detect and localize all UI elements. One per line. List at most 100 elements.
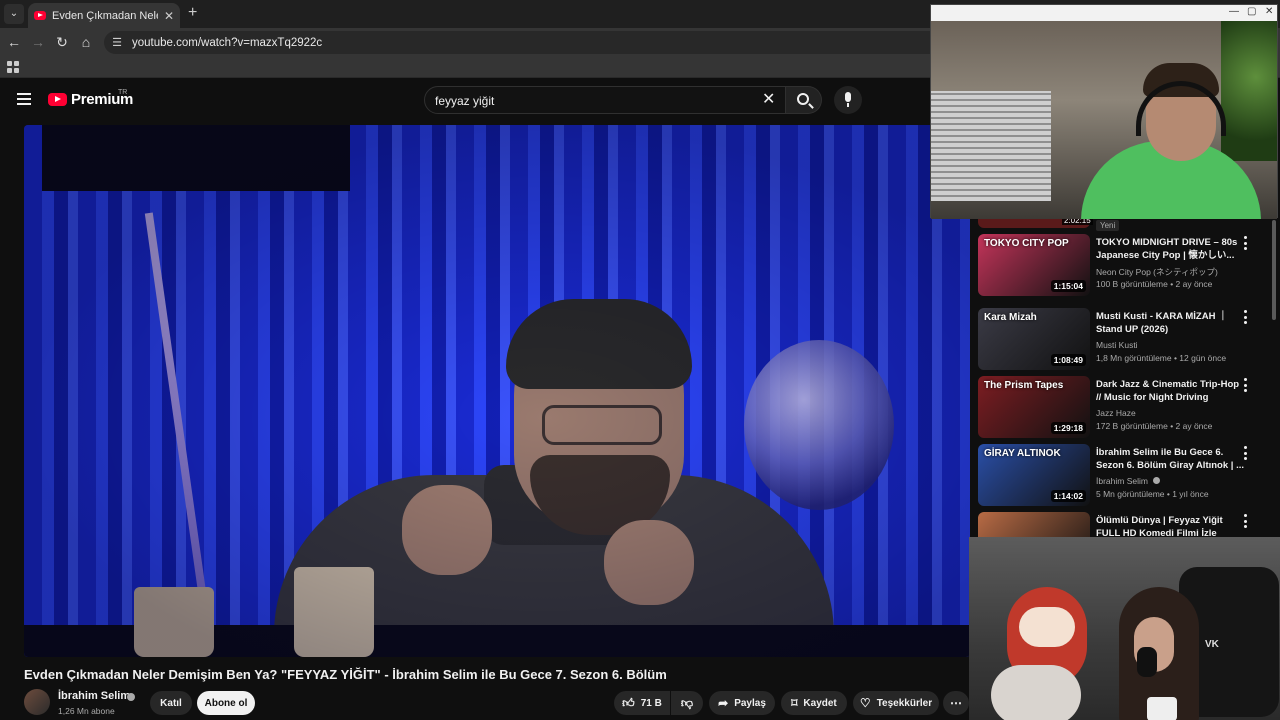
duration-badge: 1:29:18 [1050,422,1086,434]
recommendation-meta: 1,8 Mn görüntüleme • 12 gün önce [1096,353,1227,363]
thumbnail-text: GİRAY ALTINOK [984,448,1061,459]
verified-check-icon [127,693,135,701]
recommendation-thumbnail[interactable]: Kara Mizah 1:08:49 [978,308,1090,370]
address-bar[interactable]: ☰ youtube.com/watch?v=mazxTq2922c [104,31,964,54]
recommendation-thumbnail[interactable] [978,512,1090,538]
more-vert-icon[interactable] [1240,310,1250,324]
more-horizontal-icon: ⋯ [950,696,962,710]
join-label: Katıl [160,697,182,709]
recommendation-channel[interactable]: İbrahim Selim [1096,476,1161,486]
recommendation-item[interactable]: The Prism Tapes 1:29:18 Dark Jazz & Cine… [978,376,1278,438]
minimize-icon[interactable]: — [1229,6,1239,17]
duration-badge: 1:15:04 [1050,280,1086,292]
recommendation-channel[interactable]: Musti Kusti [1096,340,1138,350]
home-icon[interactable]: ⌂ [78,34,94,50]
recommendations-sidebar: 2:02:15 Yeni TOKYO CITY POP 1:15:04 TOKY… [970,216,1280,538]
browser-tab[interactable]: Evden Çıkmadan Neler Demişim Ben Ya? "FE… [28,3,180,28]
apps-grid-icon[interactable] [7,61,19,73]
tab-close-icon[interactable]: ✕ [164,9,174,23]
sidebar-scrollbar[interactable] [1272,220,1276,320]
recommendation-thumbnail[interactable]: The Prism Tapes 1:29:18 [978,376,1090,438]
thumbs-up-icon: 👍︎ [622,695,635,710]
bookmark-icon: ⌑ [791,696,798,710]
recommendation-item[interactable]: GİRAY ALTINOK 1:14:02 İbrahim Selim ile … [978,444,1278,506]
duration-badge: 1:08:49 [1050,354,1086,366]
join-button[interactable]: Katıl [150,691,192,715]
save-label: Kaydet [803,697,837,709]
subscribe-button[interactable]: Abone ol [197,691,255,715]
recommendation-channel[interactable]: Jazz Haze [1096,408,1136,418]
more-vert-icon[interactable] [1240,236,1250,250]
search-icon [797,93,809,105]
screen: ⌄ Evden Çıkmadan Neler Demişim Ben Ya? "… [0,0,1280,720]
verified-check-icon [1153,477,1161,484]
video-player[interactable] [24,125,970,657]
recommendation-title[interactable]: Ölümlü Dünya | Feyyaz Yiğit FULL HD Kome… [1096,514,1246,538]
search-clear-close-icon[interactable]: ✕ [762,89,775,109]
recommendation-channel-name: İbrahim Selim [1096,476,1148,486]
share-button[interactable]: ➦ Paylaş [709,691,775,715]
video-title: Evden Çıkmadan Neler Demişim Ben Ya? "FE… [24,667,667,682]
reload-icon[interactable]: ↻ [54,34,70,50]
tab-search-chevron-down-icon[interactable]: ⌄ [4,4,24,24]
youtube-logo-icon [48,93,67,106]
recommendation-channel[interactable]: Neon City Pop (ネシティポップ) [1096,266,1218,278]
more-vert-icon[interactable] [1240,378,1250,392]
url-text: youtube.com/watch?v=mazxTq2922c [132,36,323,49]
duration-badge: 1:14:02 [1050,490,1086,502]
thumbs-down-icon: 👎︎ [680,695,694,710]
share-label: Paylaş [734,697,766,709]
close-icon[interactable]: ✕ [1265,6,1273,17]
webcam-window-titlebar: — ▢ ✕ [931,5,1277,21]
dislike-button[interactable]: 👎︎ [671,691,703,715]
share-arrow-icon: ➦ [718,696,729,710]
country-code: TR [118,89,128,96]
search-button[interactable] [786,86,822,114]
channel-name[interactable]: İbrahim Selim [58,690,130,702]
thumbnail-text: The Prism Tapes [984,380,1064,391]
recommendation-thumbnail[interactable]: TOKYO CITY POP 1:15:04 [978,234,1090,296]
recommendation-item[interactable]: Ölümlü Dünya | Feyyaz Yiğit FULL HD Kome… [978,512,1278,538]
thumbnail-text: Kara Mizah [984,312,1037,323]
thanks-button[interactable]: ♡ Teşekkürler [853,691,939,715]
site-info-tune-icon[interactable]: ☰ [110,36,124,50]
new-badge: Yeni [1096,220,1120,231]
menu-hamburger-icon[interactable] [17,93,31,105]
more-vert-icon[interactable] [1240,446,1250,460]
subscribe-label: Abone ol [204,697,248,709]
youtube-favicon-icon [34,11,46,20]
new-tab-plus-icon[interactable]: + [188,4,197,22]
search-input[interactable] [435,92,755,110]
maximize-icon[interactable]: ▢ [1247,6,1256,17]
chair-logo: VK [1205,639,1219,650]
like-button[interactable]: 👍︎ 71 B [614,691,670,715]
search-box [424,86,786,114]
recommendation-meta: 100 B görüntüleme • 2 ay önce [1096,279,1213,289]
mic-icon [845,92,851,107]
more-vert-icon[interactable] [1240,514,1250,528]
recommendation-title[interactable]: İbrahim Selim ile Bu Gece 6. Sezon 6. Bö… [1096,446,1246,472]
webcam-window-streamer: — ▢ ✕ [930,4,1278,219]
voice-search-button[interactable] [834,86,862,114]
forward-arrow-icon[interactable]: → [30,34,46,50]
thanks-label: Teşekkürler [876,697,933,709]
recommendation-meta: 172 B görüntüleme • 2 ay önce [1096,421,1213,431]
save-button[interactable]: ⌑ Kaydet [781,691,847,715]
webcam-feed-guest: VK [969,537,1280,720]
recommendation-item[interactable]: Kara Mizah 1:08:49 Musti Kusti - KARA Mİ… [978,308,1278,370]
webcam-feed [931,21,1277,219]
tab-title: Evden Çıkmadan Neler Demişim Ben Ya? "FE… [52,9,158,22]
subscriber-count: 1,26 Mn abone [58,706,115,716]
more-actions-button[interactable]: ⋯ [943,691,969,715]
recommendation-item[interactable]: TOKYO CITY POP 1:15:04 TOKYO MIDNIGHT DR… [978,234,1278,296]
recommendation-title[interactable]: TOKYO MIDNIGHT DRIVE – 80s Japanese City… [1096,236,1246,262]
recommendation-title[interactable]: Musti Kusti - KARA MİZAH ｜ Stand UP (202… [1096,310,1246,336]
heart-dollar-icon: ♡ [859,696,871,710]
channel-avatar[interactable] [24,689,50,715]
back-arrow-icon[interactable]: ← [6,34,22,50]
recommendation-title[interactable]: Dark Jazz & Cinematic Trip-Hop // Music … [1096,378,1246,404]
like-count: 71 B [640,697,662,709]
recommendation-thumbnail[interactable]: GİRAY ALTINOK 1:14:02 [978,444,1090,506]
thumbnail-text: TOKYO CITY POP [984,238,1069,249]
recommendation-meta: 5 Mn görüntüleme • 1 yıl önce [1096,489,1209,499]
